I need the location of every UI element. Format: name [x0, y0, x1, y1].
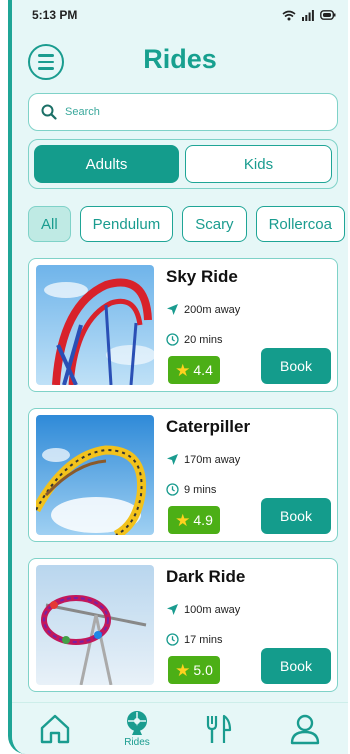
tab-kids[interactable]: Kids: [185, 145, 332, 183]
clock-icon: [166, 483, 179, 496]
duration-text: 17 mins: [184, 633, 223, 646]
duration-text: 20 mins: [184, 333, 223, 346]
search-icon: [41, 104, 57, 120]
nav-rides[interactable]: Rides: [124, 710, 150, 748]
star-icon: ★: [175, 660, 191, 680]
page-title: Rides: [143, 44, 217, 74]
wifi-icon: [282, 10, 296, 20]
nav-profile[interactable]: [288, 712, 322, 746]
nav-food[interactable]: [202, 712, 236, 746]
navigation-icon: [167, 304, 178, 315]
distance-text: 200m away: [184, 303, 241, 316]
clock-icon: [166, 333, 179, 346]
header: Rides: [12, 36, 348, 86]
phone-screen: 5:13 PM Rides Search Adults Kids All Pen…: [8, 0, 348, 754]
ferris-wheel-icon: [127, 710, 147, 735]
distance-text: 170m away: [184, 453, 241, 466]
chip-rollercoaster[interactable]: Rollercoa: [255, 206, 345, 242]
signal-icon: [302, 9, 314, 21]
status-icons: [282, 9, 336, 21]
ride-name: Dark Ride: [166, 567, 246, 586]
nav-rides-label: Rides: [124, 736, 150, 748]
navigation-icon: [167, 454, 178, 465]
distance-text: 100m away: [184, 603, 241, 616]
ride-duration: 17 mins: [166, 633, 223, 646]
book-button[interactable]: Book: [261, 648, 331, 684]
fork-knife-icon: [206, 714, 232, 743]
home-icon: [40, 714, 70, 743]
rating-value: 5.0: [193, 662, 213, 678]
star-icon: ★: [175, 510, 191, 530]
ride-distance: 100m away: [166, 603, 240, 616]
rating-badge: ★ 4.9: [168, 506, 220, 534]
chip-all[interactable]: All: [28, 206, 71, 242]
chip-pendulum[interactable]: Pendulum: [79, 206, 174, 242]
ride-duration: 20 mins: [166, 333, 223, 346]
user-icon: [290, 714, 320, 744]
ride-distance: 170m away: [166, 453, 240, 466]
ride-card[interactable]: Dark Ride 100m away 17 mins ★ 5.0 Book: [28, 558, 338, 692]
tab-adults[interactable]: Adults: [34, 145, 179, 183]
battery-icon: [320, 10, 336, 20]
ride-name: Caterpiller: [166, 417, 251, 436]
category-chips: All Pendulum Scary Rollercoa: [28, 206, 348, 244]
bottom-nav: Rides: [12, 702, 348, 754]
status-bar: 5:13 PM: [12, 0, 348, 30]
rating-value: 4.4: [193, 362, 213, 378]
duration-text: 9 mins: [184, 483, 217, 496]
ride-image: [36, 415, 154, 535]
rating-badge: ★ 4.4: [168, 356, 220, 384]
chip-scary[interactable]: Scary: [182, 206, 247, 242]
ride-name: Sky Ride: [166, 267, 238, 286]
nav-home[interactable]: [38, 712, 72, 746]
ride-distance: 200m away: [166, 303, 240, 316]
book-button[interactable]: Book: [261, 348, 331, 384]
book-button[interactable]: Book: [261, 498, 331, 534]
ride-image: [36, 565, 154, 685]
rating-value: 4.9: [193, 512, 213, 528]
rating-badge: ★ 5.0: [168, 656, 220, 684]
clock-icon: [166, 633, 179, 646]
status-time: 5:13 PM: [32, 8, 78, 22]
search-bar[interactable]: [28, 93, 338, 131]
navigation-icon: [167, 604, 178, 615]
search-input[interactable]: [65, 106, 305, 118]
ride-card[interactable]: Caterpiller 170m away 9 mins ★ 4.9 Book: [28, 408, 338, 542]
ride-image: [36, 265, 154, 385]
ride-duration: 9 mins: [166, 483, 216, 496]
star-icon: ★: [175, 360, 191, 380]
ride-card[interactable]: Sky Ride 200m away 20 mins ★ 4.4 Book: [28, 258, 338, 392]
audience-toggle: Adults Kids: [28, 139, 338, 189]
